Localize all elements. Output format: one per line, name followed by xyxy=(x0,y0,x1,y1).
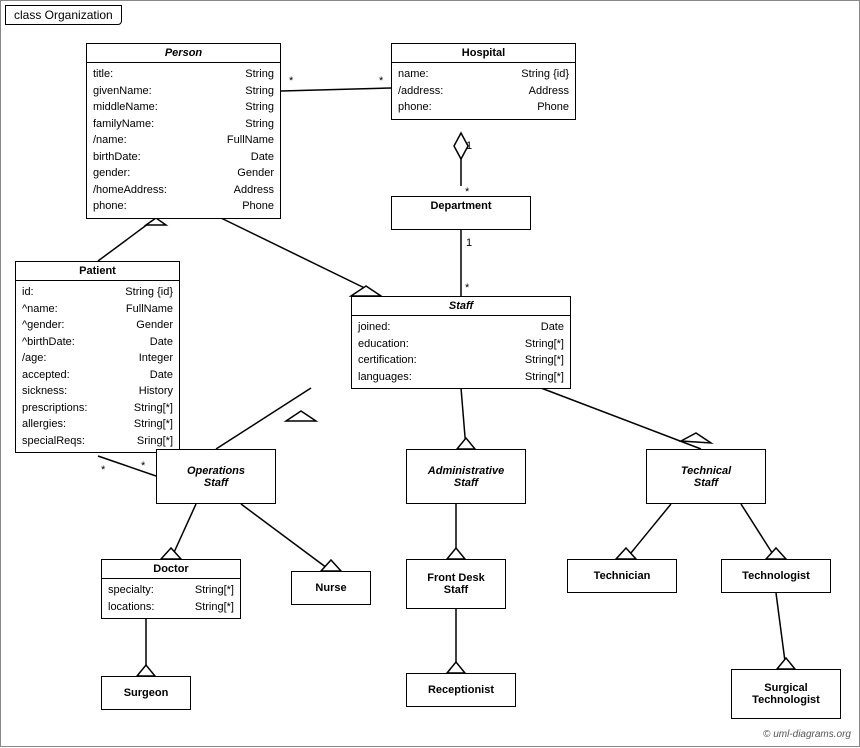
hospital-class: Hospital name:String {id} /address:Addre… xyxy=(391,43,576,120)
department-class-header: Department xyxy=(392,197,530,215)
administrative-staff-class: AdministrativeStaff xyxy=(406,449,526,504)
nurse-class: Nurse xyxy=(291,571,371,605)
front-desk-staff-class: Front DeskStaff xyxy=(406,559,506,609)
svg-text:1: 1 xyxy=(466,140,472,152)
front-desk-staff-header: Front DeskStaff xyxy=(407,569,505,599)
patient-class-header: Patient xyxy=(16,262,179,281)
person-class-body: title:String givenName:String middleName… xyxy=(87,63,280,218)
department-class: Department xyxy=(391,196,531,230)
staff-class: Staff joined:Date education:String[*] ce… xyxy=(351,296,571,389)
hospital-class-header: Hospital xyxy=(392,44,575,63)
svg-text:1: 1 xyxy=(466,237,472,249)
doctor-class: Doctor specialty:String[*] locations:Str… xyxy=(101,559,241,619)
administrative-staff-header: AdministrativeStaff xyxy=(407,462,525,492)
technical-staff-header: TechnicalStaff xyxy=(647,462,765,492)
technician-class: Technician xyxy=(567,559,677,593)
surgeon-class: Surgeon xyxy=(101,676,191,710)
technologist-class-header: Technologist xyxy=(722,567,830,585)
diagram-title: class Organization xyxy=(5,5,122,25)
copyright-text: © uml-diagrams.org xyxy=(763,729,851,740)
svg-text:*: * xyxy=(141,460,146,472)
diagram-container: class Organization * * 1 * 1 * * * xyxy=(0,0,860,747)
svg-text:*: * xyxy=(101,464,106,476)
staff-class-body: joined:Date education:String[*] certific… xyxy=(352,316,570,388)
surgical-technologist-header: SurgicalTechnologist xyxy=(732,679,840,709)
technologist-class: Technologist xyxy=(721,559,831,593)
patient-class-body: id:String {id} ^name:FullName ^gender:Ge… xyxy=(16,281,179,452)
svg-text:*: * xyxy=(289,75,294,87)
surgeon-class-header: Surgeon xyxy=(102,684,190,702)
patient-class: Patient id:String {id} ^name:FullName ^g… xyxy=(15,261,180,453)
hospital-class-body: name:String {id} /address:Address phone:… xyxy=(392,63,575,119)
person-class: Person title:String givenName:String mid… xyxy=(86,43,281,219)
receptionist-class-header: Receptionist xyxy=(407,681,515,699)
person-class-header: Person xyxy=(87,44,280,63)
technician-class-header: Technician xyxy=(568,567,676,585)
technical-staff-class: TechnicalStaff xyxy=(646,449,766,504)
operations-staff-class: OperationsStaff xyxy=(156,449,276,504)
doctor-class-header: Doctor xyxy=(102,560,240,579)
nurse-class-header: Nurse xyxy=(292,579,370,597)
svg-text:*: * xyxy=(379,75,384,87)
receptionist-class: Receptionist xyxy=(406,673,516,707)
operations-staff-header: OperationsStaff xyxy=(157,462,275,492)
svg-text:*: * xyxy=(465,282,470,294)
surgical-technologist-class: SurgicalTechnologist xyxy=(731,669,841,719)
staff-class-header: Staff xyxy=(352,297,570,316)
doctor-class-body: specialty:String[*] locations:String[*] xyxy=(102,579,240,618)
